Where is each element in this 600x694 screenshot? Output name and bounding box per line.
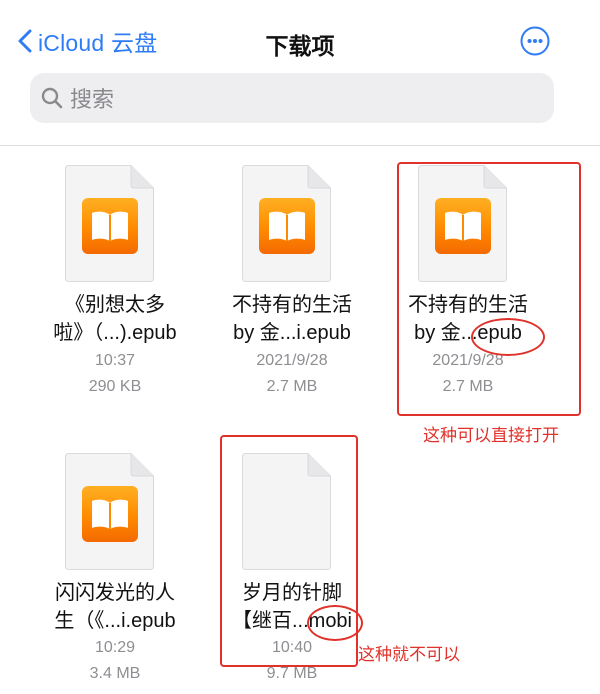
search-field[interactable]: 搜索 xyxy=(30,73,554,123)
books-icon xyxy=(259,198,315,254)
books-icon xyxy=(82,486,138,542)
highlight-oval-epub xyxy=(471,318,545,356)
search-icon xyxy=(41,87,63,109)
document-icon xyxy=(65,165,154,282)
file-date: 10:29 xyxy=(94,639,136,656)
file-date: 10:37 xyxy=(94,352,136,369)
annotation-cannot-open: 这种就不可以 xyxy=(358,645,460,664)
divider xyxy=(0,145,600,146)
annotation-can-open: 这种可以直接打开 xyxy=(423,426,559,445)
document-icon xyxy=(242,165,331,282)
file-size: 290 KB xyxy=(88,378,142,395)
file-size: 2.7 MB xyxy=(266,378,318,395)
file-name-line1: 不持有的生活 xyxy=(232,294,352,316)
file-date: 2021/9/28 xyxy=(256,352,328,369)
highlight-oval-mobi xyxy=(307,605,363,641)
file-name-line2: 啦》（...).epub xyxy=(53,322,177,344)
file-name-line2: by 金...i.epub xyxy=(233,322,351,344)
file-item[interactable]: 不持有的生活 by 金...i.epub 2021/9/28 2.7 MB xyxy=(202,165,382,405)
document-icon xyxy=(65,453,154,570)
file-item[interactable]: 闪闪发光的人 生（《...i.epub 10:29 3.4 MB xyxy=(25,453,205,693)
file-item[interactable]: 《别想太多 啦》（...).epub 10:37 290 KB xyxy=(25,165,205,405)
books-icon xyxy=(82,198,138,254)
more-button[interactable] xyxy=(520,26,550,56)
file-name-line1: 闪闪发光的人 xyxy=(55,582,175,604)
file-size: 3.4 MB xyxy=(89,665,141,682)
highlight-box-epub xyxy=(397,162,581,416)
search-placeholder: 搜索 xyxy=(70,87,115,112)
file-name-line1: 《别想太多 xyxy=(65,294,165,316)
navigation-bar: iCloud 云盘 下载项 xyxy=(0,0,600,72)
page-title: 下载项 xyxy=(265,33,335,59)
file-name-line2: 生（《...i.epub xyxy=(54,610,176,632)
more-icon xyxy=(520,26,550,56)
